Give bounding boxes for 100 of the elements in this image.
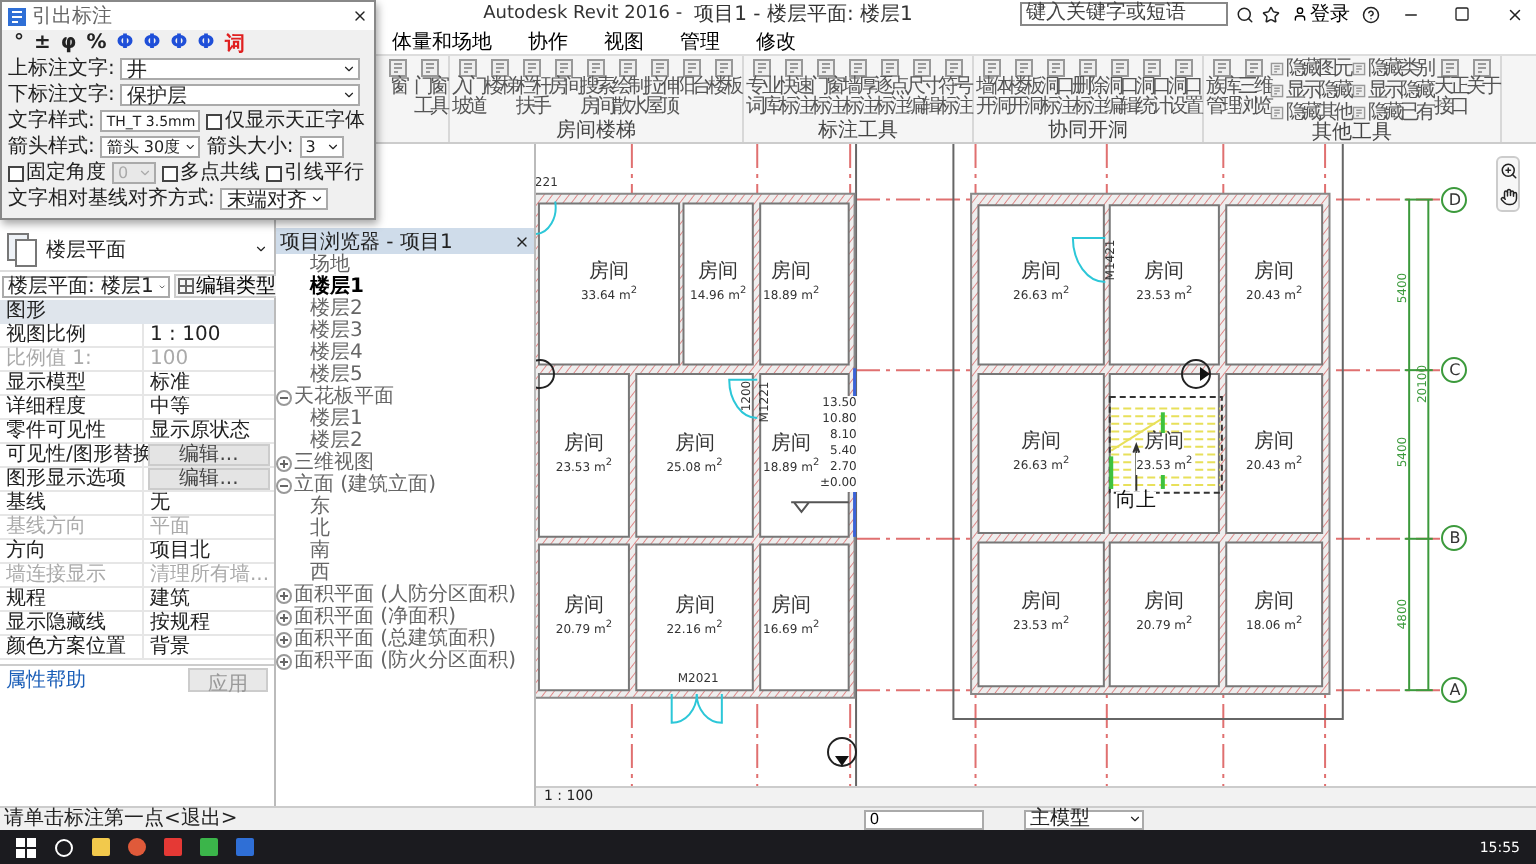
ribbon-button[interactable]: 墙体开洞 [976, 58, 1008, 118]
symbol-button[interactable]: Φ [197, 32, 215, 54]
symbol-button[interactable]: Φ [170, 32, 188, 54]
symbol-button[interactable]: 词 [224, 29, 245, 57]
ribbon-button[interactable]: 尺寸编辑 [906, 58, 938, 118]
ribbon-button[interactable]: 阳台 [676, 58, 708, 98]
windows-logo-icon[interactable] [16, 837, 36, 857]
tree-item[interactable]: 楼层3 [310, 320, 363, 342]
ribbon-button[interactable]: 隐藏其他 [1270, 102, 1352, 124]
ribbon-button[interactable]: 拉伸屋顶 [644, 58, 676, 118]
search-field[interactable]: 键入关键字或短语 [1020, 2, 1228, 26]
ribbon-tab[interactable]: 协作 [520, 29, 576, 53]
symbol-button[interactable]: ± [34, 32, 51, 54]
ribbon-button[interactable]: 栏杆扶手 [516, 58, 548, 118]
star-icon[interactable] [1262, 5, 1280, 23]
tree-item[interactable]: 西 [310, 562, 330, 584]
checkbox[interactable] [8, 165, 24, 181]
edit-button[interactable]: 编辑... [148, 468, 270, 490]
ribbon-button[interactable]: 窗 [382, 58, 414, 98]
upper-text-dropdown[interactable]: 井 [120, 58, 361, 80]
close-icon[interactable] [514, 233, 530, 249]
ribbon-tab[interactable]: 体量和场地 [384, 29, 500, 53]
ribbon-button[interactable]: 入门坡道 [452, 58, 484, 118]
tree-item[interactable]: 立面 (建筑立面) [294, 474, 436, 496]
tree-item[interactable]: 面积平面 (防火分区面积) [294, 650, 516, 672]
symbol-button[interactable]: Φ [116, 32, 134, 54]
help-icon[interactable] [1362, 5, 1380, 23]
ribbon-button[interactable]: 显示隐藏 [1270, 80, 1352, 102]
edit-button[interactable]: 编辑... [148, 444, 270, 466]
ribbon-button[interactable]: 天正接口 [1434, 58, 1466, 118]
ribbon-tab[interactable]: 视图 [596, 29, 652, 53]
arrow-size-dropdown[interactable]: 3 [299, 136, 344, 158]
tree-item[interactable]: 面积平面 (总建筑面积) [294, 628, 496, 650]
symbol-button[interactable]: Φ [143, 32, 161, 54]
property-value[interactable]: 背景 [144, 636, 274, 660]
tree-item[interactable]: 南 [310, 540, 330, 562]
ribbon-button[interactable]: 绘制散水 [612, 58, 644, 118]
search-icon[interactable] [1236, 5, 1254, 23]
property-value[interactable]: 项目北 [144, 540, 274, 564]
ribbon-button[interactable]: 门窗标注 [810, 58, 842, 118]
tree-item[interactable]: 楼层1 [310, 408, 363, 430]
maximize-icon[interactable] [1454, 6, 1470, 22]
ribbon-button[interactable]: 隐藏类别 [1352, 58, 1434, 80]
property-value[interactable]: 显示原状态 [144, 420, 274, 444]
property-value[interactable]: 1 : 100 [144, 324, 274, 348]
tree-item[interactable]: 面积平面 (人防分区面积) [294, 584, 516, 606]
ribbon-button[interactable]: 楼梯 [484, 58, 516, 98]
symbol-button[interactable]: % [86, 32, 107, 54]
pan-icon[interactable] [1499, 188, 1517, 206]
ribbon-button[interactable]: 删除标注 [1072, 58, 1104, 118]
tree-toggle-icon[interactable] [276, 653, 292, 669]
ribbon-button[interactable]: 隐藏已有 [1352, 102, 1434, 124]
close-icon[interactable] [1505, 5, 1523, 23]
ribbon-button[interactable]: 洞口统计 [1136, 58, 1168, 118]
tree-item[interactable]: 场地 [310, 254, 350, 276]
tree-item[interactable]: 楼层1 [310, 276, 364, 298]
checkbox[interactable] [162, 165, 178, 181]
tree-toggle-icon[interactable] [276, 389, 292, 405]
ribbon-button[interactable]: 符号标注 [938, 58, 970, 118]
ribbon-button[interactable]: 门窗工具 [414, 58, 446, 118]
tree-item[interactable]: 楼层2 [310, 298, 363, 320]
ribbon-button[interactable]: 洞口编辑 [1104, 58, 1136, 118]
status-field[interactable]: 0 [864, 809, 984, 829]
model-dropdown[interactable]: 主模型 [1024, 809, 1144, 829]
tree-toggle-icon[interactable] [276, 477, 292, 493]
sign-in-button[interactable]: 登录 [1288, 0, 1354, 28]
ribbon-button[interactable]: 显示隐藏 [1352, 80, 1434, 102]
property-value[interactable]: 建筑 [144, 588, 274, 612]
ribbon-tab[interactable]: 管理 [672, 29, 728, 53]
arrow-style-dropdown[interactable]: 箭头 30度 [100, 136, 201, 158]
ribbon-button[interactable]: 三维浏览 [1238, 58, 1270, 118]
ribbon-button[interactable]: 墙厚标注 [842, 58, 874, 118]
property-value[interactable]: 按规程 [144, 612, 274, 636]
ribbon-tab[interactable]: 修改 [748, 29, 804, 53]
ribbon-button[interactable]: 逐点标注 [874, 58, 906, 118]
ribbon-button[interactable]: 专业词库 [746, 58, 778, 118]
tree-item[interactable]: 面积平面 (净面积) [294, 606, 456, 628]
property-value[interactable]: 标准 [144, 372, 274, 396]
close-icon[interactable] [352, 8, 368, 24]
property-value[interactable]: 中等 [144, 396, 274, 420]
ribbon-button[interactable]: 隐藏图元 [1270, 58, 1352, 80]
tree-item[interactable]: 北 [310, 518, 330, 540]
align-mode-dropdown[interactable]: 末端对齐 [220, 188, 329, 210]
zoom-icon[interactable] [1499, 162, 1517, 180]
ribbon-button[interactable]: 楼板开洞 [1008, 58, 1040, 118]
lower-text-dropdown[interactable]: 保护层 [120, 84, 361, 106]
checkbox[interactable] [206, 113, 223, 129]
ribbon-button[interactable]: 楼板 [708, 58, 740, 98]
checkbox[interactable] [266, 165, 282, 181]
ribbon-button[interactable]: 搜索房间 [580, 58, 612, 118]
ribbon-button[interactable]: 洞口设置 [1168, 58, 1200, 118]
tree-toggle-icon[interactable] [276, 609, 292, 625]
tree-item[interactable]: 三维视图 [294, 452, 374, 474]
tree-toggle-icon[interactable] [276, 631, 292, 647]
tree-item[interactable]: 天花板平面 [294, 386, 394, 408]
tree-item[interactable]: 楼层2 [310, 430, 363, 452]
tree-item[interactable]: 楼层4 [310, 342, 363, 364]
property-value[interactable]: 无 [144, 492, 274, 516]
tree-toggle-icon[interactable] [276, 455, 292, 471]
symbol-button[interactable]: ° [14, 32, 24, 54]
